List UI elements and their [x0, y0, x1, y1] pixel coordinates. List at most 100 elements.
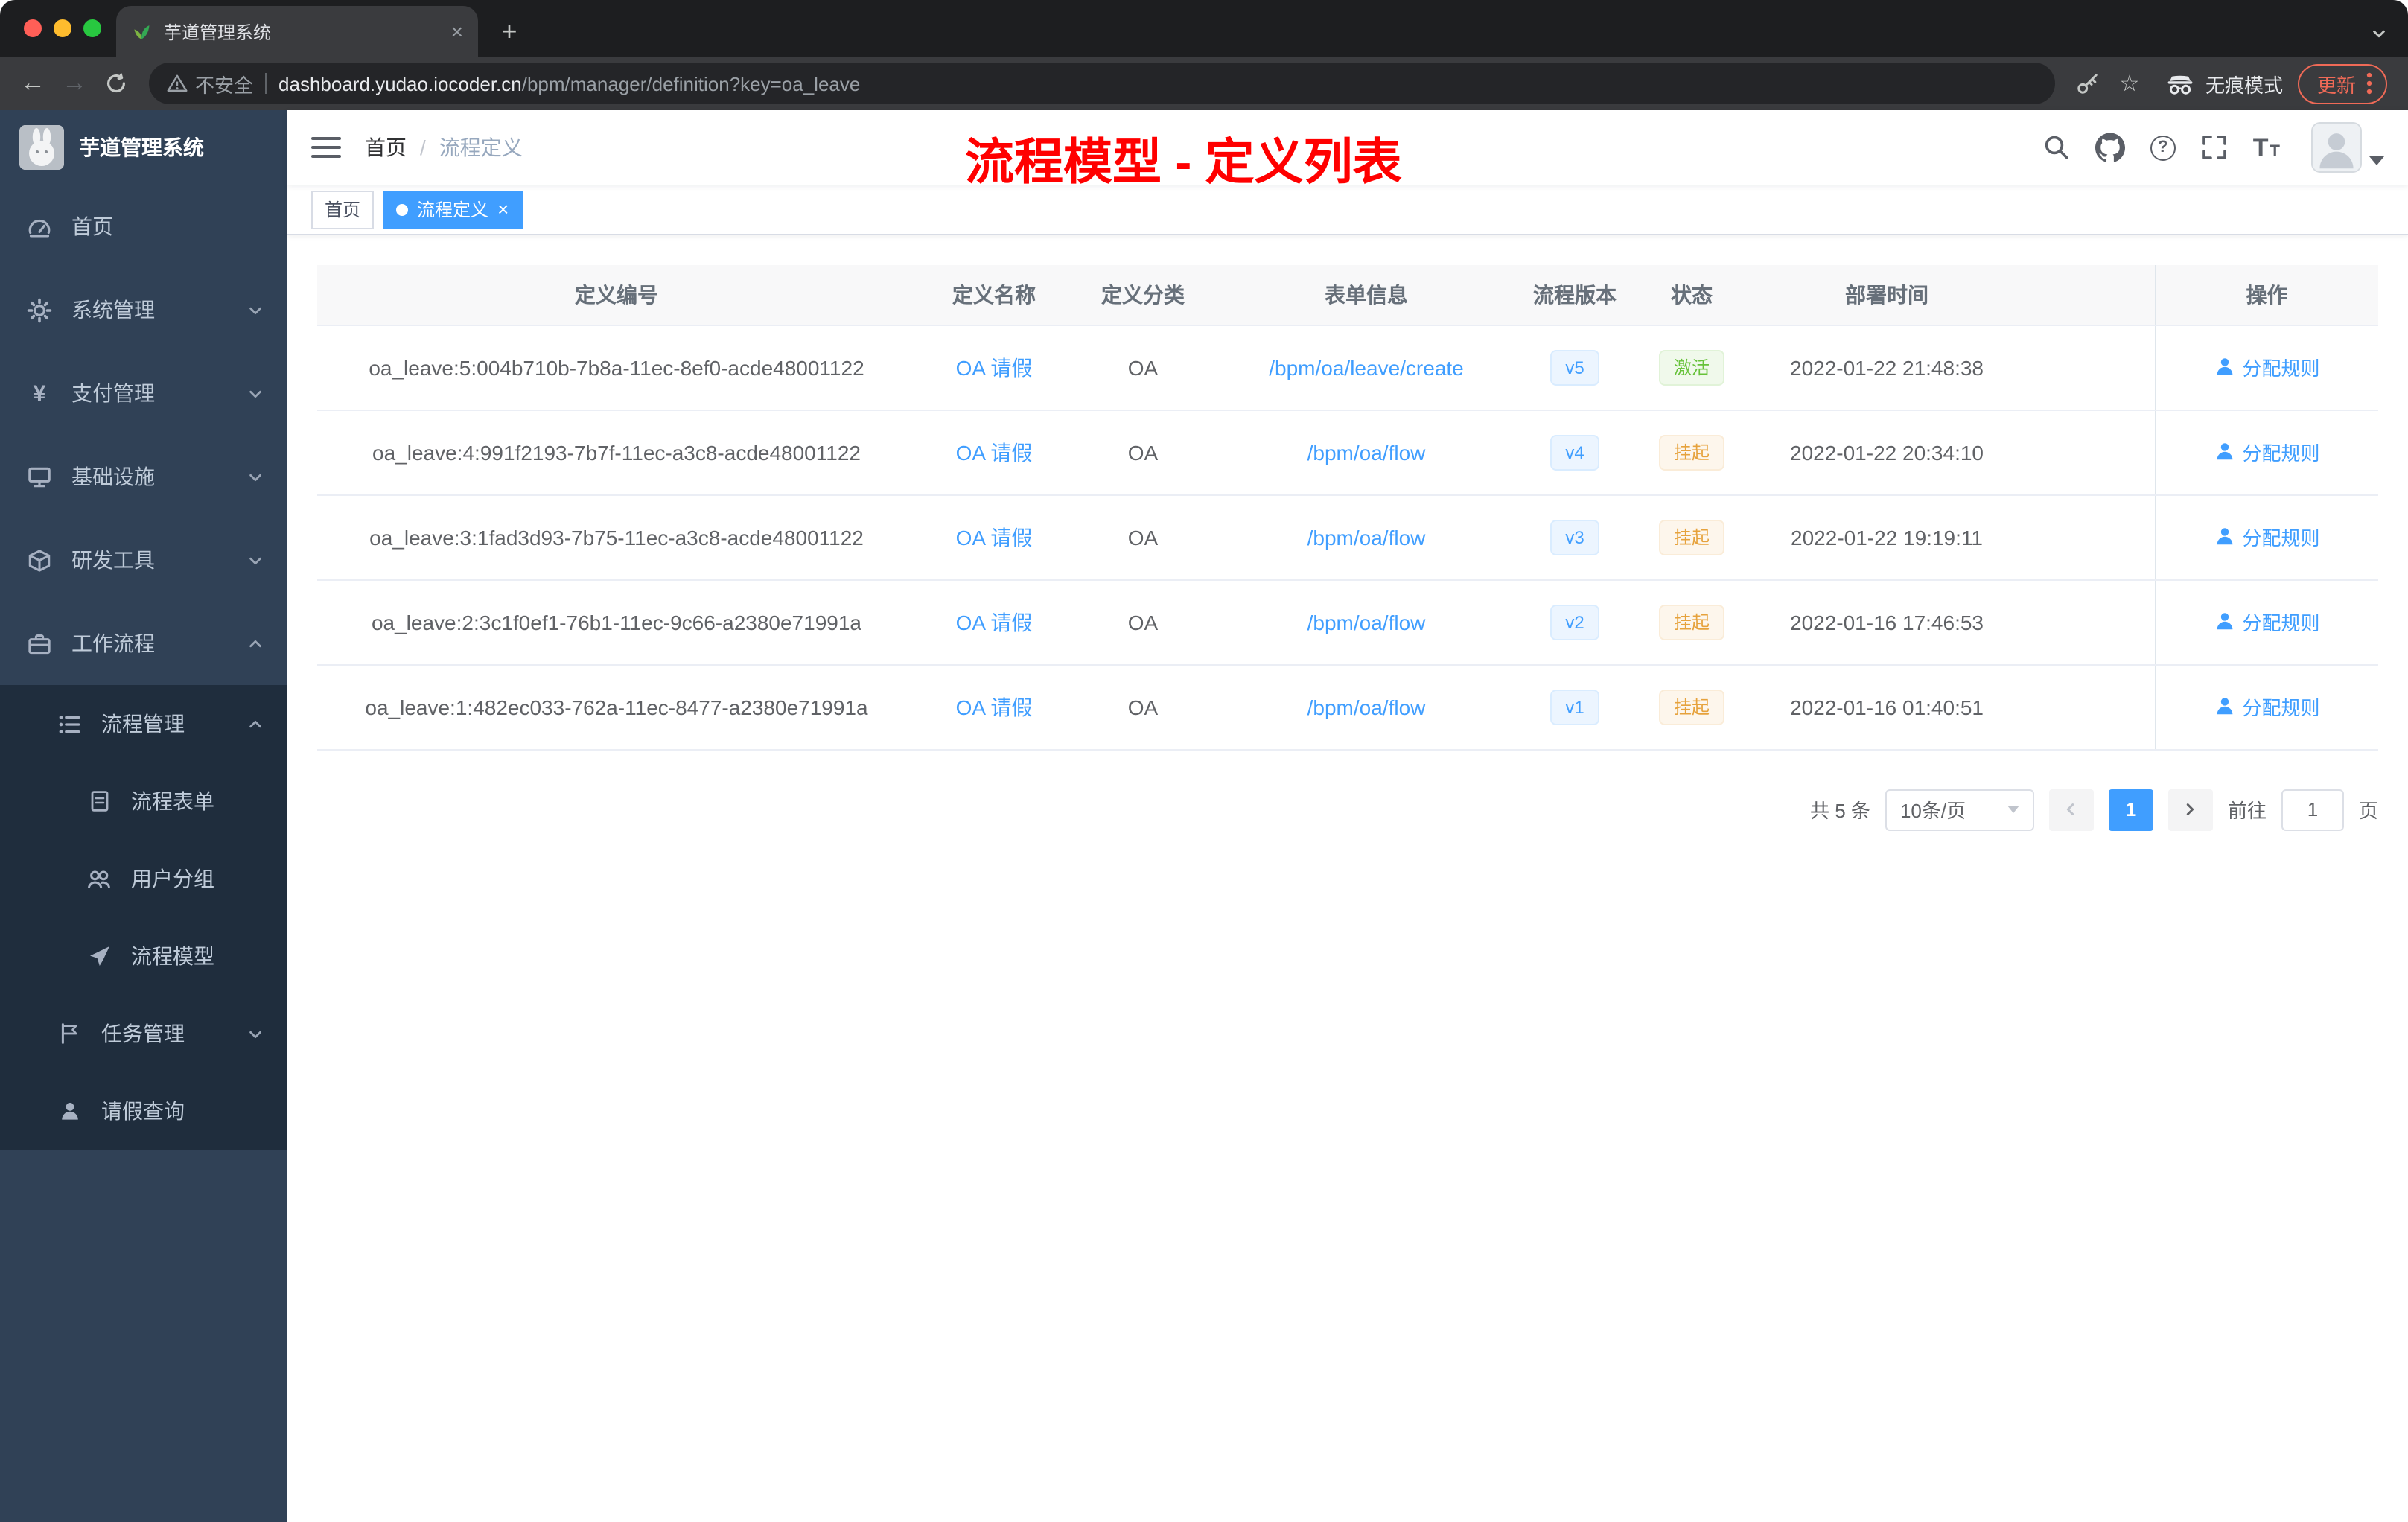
- gear-icon: [27, 297, 52, 322]
- security-label[interactable]: 不安全: [195, 69, 253, 98]
- help-icon[interactable]: ?: [2150, 135, 2176, 160]
- sidebar-item-process-model[interactable]: 流程模型: [0, 917, 287, 995]
- definition-name-link[interactable]: OA 请假: [956, 355, 1033, 379]
- chevron-down-icon: [2007, 806, 2019, 813]
- sidebar-item-leave-query[interactable]: 请假查询: [0, 1072, 287, 1150]
- logo-avatar: [19, 125, 64, 170]
- font-size-icon[interactable]: TT: [2253, 135, 2280, 160]
- definition-category-cell: OA: [1072, 325, 1214, 410]
- tab-close-icon[interactable]: ×: [451, 21, 463, 42]
- reload-button[interactable]: [95, 63, 137, 104]
- status-badge: 挂起: [1658, 434, 1724, 470]
- menu-label: 流程表单: [131, 789, 214, 813]
- sidebar-item-process-form[interactable]: 流程表单: [0, 762, 287, 840]
- tags-view-bar: 首页 流程定义 ×: [287, 185, 2408, 235]
- definition-name-link[interactable]: OA 请假: [956, 440, 1033, 464]
- menu-label: 任务管理: [101, 1022, 185, 1045]
- window-minimize-button[interactable]: [54, 19, 71, 37]
- avatar[interactable]: [2311, 122, 2362, 173]
- menu-label: 请假查询: [101, 1099, 185, 1123]
- bookmark-star-icon[interactable]: ☆: [2109, 63, 2150, 104]
- search-icon[interactable]: [2043, 134, 2070, 161]
- chrome-update-button[interactable]: 更新: [2297, 63, 2387, 104]
- github-icon[interactable]: [2095, 133, 2125, 162]
- prev-page-button[interactable]: [2048, 789, 2094, 830]
- user-menu[interactable]: [2311, 122, 2384, 173]
- table-row: oa_leave:1:482ec033-762a-11ec-8477-a2380…: [317, 664, 2378, 750]
- next-page-button[interactable]: [2167, 789, 2213, 830]
- incognito-badge: 无痕模式: [2165, 69, 2283, 98]
- menu-label: 研发工具: [71, 548, 155, 572]
- form-info-link[interactable]: /bpm/oa/flow: [1307, 695, 1426, 719]
- window-zoom-button[interactable]: [83, 19, 101, 37]
- tag-label: 首页: [325, 200, 361, 220]
- workflow-submenu: 流程管理 流程表单 用户分组 流程模型 任务管理 请假查询: [0, 685, 287, 1150]
- assign-rule-link[interactable]: 分配规则: [2214, 438, 2320, 466]
- active-tag-dot: [396, 203, 409, 215]
- back-button[interactable]: ←: [12, 63, 54, 104]
- status-badge: 挂起: [1658, 604, 1724, 640]
- form-info-link[interactable]: /bpm/oa/flow: [1307, 610, 1426, 634]
- sidebar-item-system[interactable]: 系统管理: [0, 268, 287, 351]
- sidebar-item-user-group[interactable]: 用户分组: [0, 840, 287, 917]
- sidebar-item-home[interactable]: 首页: [0, 185, 287, 268]
- assign-rule-link[interactable]: 分配规则: [2214, 353, 2320, 381]
- browser-tab[interactable]: 芋道管理系统 ×: [116, 6, 478, 57]
- sidebar-item-task-management[interactable]: 任务管理: [0, 995, 287, 1072]
- column-header-deploy-time: 部署时间: [1753, 265, 2021, 325]
- tag-close-icon[interactable]: ×: [497, 200, 509, 219]
- window-close-button[interactable]: [24, 19, 42, 37]
- assign-rule-link[interactable]: 分配规则: [2214, 523, 2320, 551]
- app-logo[interactable]: 芋道管理系统: [0, 110, 287, 185]
- fullscreen-icon[interactable]: [2201, 134, 2228, 161]
- forward-button[interactable]: →: [54, 63, 95, 104]
- assign-rule-link[interactable]: 分配规则: [2214, 692, 2320, 721]
- version-badge: v4: [1550, 434, 1599, 470]
- total-count: 共 5 条: [1810, 800, 1870, 822]
- assign-rule-link[interactable]: 分配规则: [2214, 608, 2320, 636]
- table-row: oa_leave:4:991f2193-7b7f-11ec-a3c8-acde4…: [317, 410, 2378, 495]
- sidebar-item-workflow[interactable]: 工作流程: [0, 602, 287, 685]
- form-info-link[interactable]: /bpm/oa/leave/create: [1269, 355, 1464, 379]
- goto-page-input[interactable]: [2281, 789, 2344, 830]
- main-area: 流程模型 - 定义列表 首页 / 流程定义 ? T T 首页 流程定义 × 定义…: [287, 110, 2408, 1522]
- list-icon: [57, 711, 82, 736]
- definition-name-link[interactable]: OA 请假: [956, 525, 1033, 549]
- new-tab-button[interactable]: +: [490, 12, 529, 51]
- definition-name-link[interactable]: OA 请假: [956, 695, 1033, 719]
- tag-home[interactable]: 首页: [311, 190, 375, 229]
- sidebar-item-process-management[interactable]: 流程管理: [0, 685, 287, 762]
- tag-process-definition[interactable]: 流程定义 ×: [383, 190, 523, 229]
- sidebar-item-dev-tools[interactable]: 研发工具: [0, 518, 287, 602]
- security-warning-icon: [167, 73, 188, 94]
- app-frame: 芋道管理系统 首页 系统管理 ¥ 支付管理 基础设施 研发工具 工作流程 流程管…: [0, 110, 2408, 1522]
- column-header-actions: 操作: [2154, 265, 2378, 325]
- definition-name-link[interactable]: OA 请假: [956, 610, 1033, 634]
- sidebar-item-infrastructure[interactable]: 基础设施: [0, 435, 287, 518]
- column-header-status: 状态: [1631, 265, 1753, 325]
- breadcrumb-home[interactable]: 首页: [365, 133, 407, 162]
- briefcase-icon: [27, 631, 52, 656]
- sidebar-item-payment[interactable]: ¥ 支付管理: [0, 351, 287, 435]
- address-bar[interactable]: 不安全 dashboard.yudao.iocoder.cn/bpm/manag…: [149, 63, 2055, 104]
- deploy-time-cell: 2022-01-16 01:40:51: [1753, 664, 2021, 750]
- breadcrumb-current: 流程定义: [439, 136, 523, 159]
- sidebar-toggle-icon[interactable]: [311, 136, 341, 159]
- filler-cell: [2021, 494, 2155, 580]
- tab-favicon-icon: [131, 21, 152, 42]
- users-icon: [86, 866, 112, 891]
- menu-label: 支付管理: [71, 381, 155, 405]
- column-header-category: 定义分类: [1072, 265, 1214, 325]
- filler-cell: [2021, 664, 2155, 750]
- page-size-select[interactable]: 10条/页: [1885, 789, 2034, 830]
- browser-menu-icon[interactable]: [2366, 71, 2372, 95]
- form-info-link[interactable]: /bpm/oa/flow: [1307, 440, 1426, 464]
- tab-search-chevron-icon[interactable]: [2371, 25, 2387, 42]
- form-info-link[interactable]: /bpm/oa/flow: [1307, 525, 1426, 549]
- definition-id-cell: oa_leave:4:991f2193-7b7f-11ec-a3c8-acde4…: [317, 410, 916, 495]
- password-key-icon[interactable]: [2067, 63, 2109, 104]
- current-page-button[interactable]: 1: [2108, 789, 2153, 830]
- status-badge: 激活: [1658, 349, 1724, 385]
- user-icon: [57, 1098, 82, 1124]
- deploy-time-cell: 2022-01-22 20:34:10: [1753, 410, 2021, 495]
